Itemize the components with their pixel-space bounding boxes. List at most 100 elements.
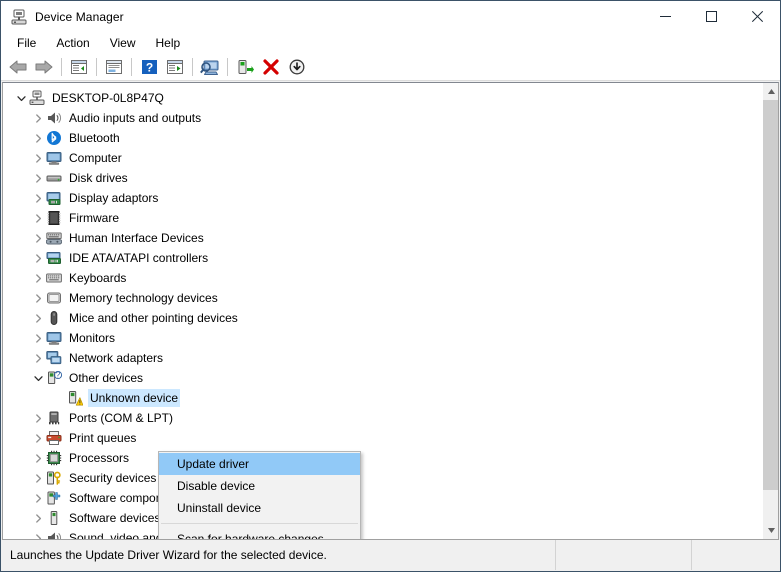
enable-device-icon[interactable] <box>232 55 258 79</box>
chevron-right-icon[interactable] <box>30 468 46 488</box>
chevron-right-icon[interactable] <box>30 228 46 248</box>
tree-row[interactable]: Firmware <box>3 208 763 228</box>
scroll-up-icon[interactable] <box>763 83 778 100</box>
tree-row-root[interactable]: DESKTOP-0L8P47Q <box>3 88 763 108</box>
chevron-right-icon[interactable] <box>30 408 46 428</box>
context-menu-item[interactable]: Disable device <box>159 475 360 497</box>
chevron-right-icon[interactable] <box>30 488 46 508</box>
window-title: Device Manager <box>35 9 124 24</box>
tree-row[interactable]: IDE ATA/ATAPI controllers <box>3 248 763 268</box>
menu-item-file[interactable]: File <box>7 34 46 53</box>
scan-for-hardware-changes-icon[interactable] <box>197 55 223 79</box>
update-driver-wizard-icon[interactable] <box>162 55 188 79</box>
tree-row[interactable]: Human Interface Devices <box>3 228 763 248</box>
tree-row[interactable]: Unknown device <box>3 388 763 408</box>
speaker-icon <box>46 530 62 539</box>
chevron-down-icon[interactable] <box>13 88 29 108</box>
tree-row[interactable]: Keyboards <box>3 268 763 288</box>
show-hide-console-tree-icon[interactable] <box>66 55 92 79</box>
menu-item-action[interactable]: Action <box>46 34 99 53</box>
tree-row[interactable]: Computer <box>3 148 763 168</box>
chevron-right-icon[interactable] <box>30 108 46 128</box>
tree-row[interactable]: Sound, video and game controllers <box>3 528 763 539</box>
maximize-icon[interactable] <box>688 1 734 32</box>
tree-row[interactable]: Network adapters <box>3 348 763 368</box>
context-menu: Update driver Disable device Uninstall dev… <box>158 451 361 539</box>
chevron-right-icon[interactable] <box>30 348 46 368</box>
context-menu-item[interactable]: Update driver <box>159 453 360 475</box>
close-icon[interactable] <box>734 1 780 32</box>
ide-controller-icon <box>46 250 62 266</box>
software-device-icon <box>46 510 62 526</box>
software-component-icon <box>46 490 62 506</box>
uninstall-device-icon[interactable] <box>258 55 284 79</box>
chevron-down-icon[interactable] <box>30 368 46 388</box>
status-bar-panel-message: Launches the Update Driver Wizard for th… <box>2 540 556 570</box>
forward-arrow-icon[interactable] <box>31 55 57 79</box>
chevron-right-icon[interactable] <box>30 528 46 539</box>
status-bar-panel-2 <box>556 540 692 570</box>
scrollbar-thumb[interactable] <box>763 100 778 490</box>
tree-row-label: Display adaptors <box>69 191 159 205</box>
chevron-right-icon[interactable] <box>30 168 46 188</box>
properties-icon[interactable] <box>101 55 127 79</box>
help-icon[interactable]: ? <box>136 55 162 79</box>
tree-row[interactable]: Audio inputs and outputs <box>3 108 763 128</box>
chevron-right-icon[interactable] <box>30 128 46 148</box>
context-menu-item[interactable]: Uninstall device <box>159 497 360 519</box>
context-menu-separator <box>161 523 358 524</box>
menu-item-help[interactable]: Help <box>146 34 191 53</box>
device-tree-panel: DESKTOP-0L8P47Q Audio inputs and outputs B… <box>2 82 779 540</box>
leaf-spacer <box>51 388 67 408</box>
chevron-right-icon[interactable] <box>30 308 46 328</box>
tree-row-label: Disk drives <box>69 171 128 185</box>
processor-icon <box>46 450 62 466</box>
tree-row[interactable]: Print queues <box>3 428 763 448</box>
tree-row-label: Ports (COM & LPT) <box>69 411 174 425</box>
monitor-icon <box>46 330 62 346</box>
tree-row[interactable]: Security devices <box>3 468 763 488</box>
chevron-right-icon[interactable] <box>30 288 46 308</box>
back-arrow-icon[interactable] <box>5 55 31 79</box>
tree-row[interactable]: Disk drives <box>3 168 763 188</box>
tree-row-label: Memory technology devices <box>69 291 218 305</box>
tree-row[interactable]: Software devices <box>3 508 763 528</box>
vertical-scrollbar[interactable] <box>762 83 778 539</box>
chevron-right-icon[interactable] <box>30 188 46 208</box>
context-menu-item-label: Disable device <box>177 479 256 493</box>
tree-row-label: Monitors <box>69 331 116 345</box>
chevron-right-icon[interactable] <box>30 508 46 528</box>
tree-row-label: IDE ATA/ATAPI controllers <box>69 251 209 265</box>
monitor-icon <box>46 150 62 166</box>
bluetooth-icon <box>46 130 62 146</box>
tree-row-label: Human Interface Devices <box>69 231 204 245</box>
context-menu-item-label: Update driver <box>177 457 250 471</box>
tree-row[interactable]: Software components <box>3 488 763 508</box>
chevron-right-icon[interactable] <box>30 448 46 468</box>
tree-row-label: Other devices <box>69 371 144 385</box>
disable-device-icon[interactable] <box>284 55 310 79</box>
tree-row[interactable]: Bluetooth <box>3 128 763 148</box>
tree-row[interactable]: ? Other devices <box>3 368 763 388</box>
chevron-right-icon[interactable] <box>30 428 46 448</box>
chevron-right-icon[interactable] <box>30 248 46 268</box>
chevron-right-icon[interactable] <box>30 328 46 348</box>
minimize-icon[interactable] <box>642 1 688 32</box>
tree-row[interactable]: Monitors <box>3 328 763 348</box>
tree-row-label: Network adapters <box>69 351 164 365</box>
mouse-icon <box>46 310 62 326</box>
context-menu-item[interactable]: Scan for hardware changes <box>159 528 360 539</box>
chevron-right-icon[interactable] <box>30 268 46 288</box>
tree-row[interactable]: Processors <box>3 448 763 468</box>
tree-row[interactable]: Display adaptors <box>3 188 763 208</box>
disk-drive-icon <box>46 170 62 186</box>
tree-row-label: Firmware <box>69 211 119 225</box>
chevron-right-icon[interactable] <box>30 208 46 228</box>
tree-row[interactable]: Mice and other pointing devices <box>3 308 763 328</box>
chevron-right-icon[interactable] <box>30 148 46 168</box>
tree-row[interactable]: Memory technology devices <box>3 288 763 308</box>
device-manager-icon <box>11 9 27 25</box>
scroll-down-icon[interactable] <box>763 522 778 539</box>
tree-row[interactable]: Ports (COM & LPT) <box>3 408 763 428</box>
menu-item-view[interactable]: View <box>100 34 146 53</box>
